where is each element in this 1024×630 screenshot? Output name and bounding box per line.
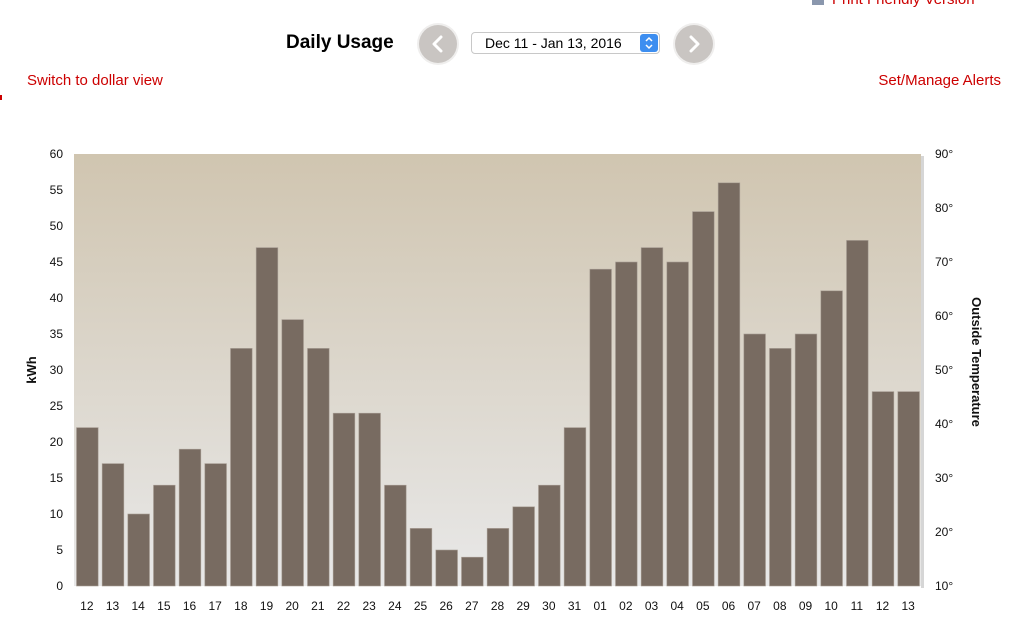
bar-19[interactable] [563,427,587,587]
y-tick-label: 50 [50,219,64,233]
bar-6[interactable] [230,348,253,587]
bar-4[interactable] [178,448,202,587]
bar-0[interactable] [76,427,99,587]
x-tick-label: 07 [747,599,761,613]
y-tick-label: 20 [50,435,64,449]
y2-tick-label: 20° [935,525,953,539]
y-tick-label: 5 [56,543,63,557]
bar-11[interactable] [358,412,381,587]
y2-tick-label: 90° [935,147,953,161]
bar-7[interactable] [255,247,279,587]
x-tick-label: 19 [260,599,274,613]
x-tick-label: 10 [824,599,838,613]
x-tick-label: 15 [157,599,171,613]
bar-1[interactable] [101,463,125,587]
x-tick-label: 30 [542,599,556,613]
x-tick-label: 13 [901,599,915,613]
bar-18[interactable] [538,484,561,587]
bar-21[interactable] [615,261,638,587]
x-tick-label: 28 [491,599,505,613]
x-tick-label: 17 [208,599,222,613]
x-tick-label: 21 [311,599,325,613]
x-tick-label: 03 [645,599,659,613]
bar-31[interactable] [871,391,895,587]
x-tick-label: 22 [337,599,351,613]
x-tick-label: 09 [799,599,813,613]
x-tick-label: 18 [234,599,248,613]
bar-28[interactable] [794,333,818,587]
bar-29[interactable] [820,290,843,587]
bar-32[interactable] [897,391,920,587]
x-tick-label: 04 [670,599,684,613]
y-tick-label: 35 [50,327,64,341]
plot-shadow [921,156,924,588]
y-tick-label: 60 [50,147,64,161]
bar-23[interactable] [666,261,689,587]
y-tick-label: 40 [50,291,64,305]
bar-14[interactable] [435,549,458,587]
x-tick-label: 24 [388,599,402,613]
x-tick-label: 27 [465,599,479,613]
bar-9[interactable] [307,348,330,587]
y-tick-label: 55 [50,183,64,197]
x-tick-label: 25 [414,599,428,613]
y-tick-label: 0 [56,579,63,593]
bar-12[interactable] [384,484,407,587]
y-tick-label: 25 [50,399,64,413]
x-tick-label: 12 [80,599,94,613]
bar-5[interactable] [204,463,227,587]
x-tick-label: 23 [362,599,376,613]
bar-22[interactable] [640,247,664,587]
x-tick-label: 02 [619,599,633,613]
y-tick-label: 15 [50,471,64,485]
x-tick-label: 20 [285,599,299,613]
y2-tick-label: 30° [935,471,953,485]
bar-15[interactable] [461,556,484,587]
y-tick-label: 10 [50,507,64,521]
x-tick-label: 11 [851,599,864,613]
bar-3[interactable] [153,484,176,587]
x-tick-label: 31 [568,599,582,613]
x-tick-label: 13 [106,599,120,613]
bar-26[interactable] [743,333,766,587]
bar-2[interactable] [127,513,150,587]
bar-17[interactable] [512,506,535,587]
x-tick-label: 29 [516,599,530,613]
usage-chart: 051015202530354045505560 10°20°30°40°50°… [24,147,984,613]
x-tick-label: 26 [439,599,453,613]
y2-tick-label: 60° [935,309,953,323]
bar-16[interactable] [486,528,510,587]
bar-27[interactable] [769,348,792,587]
bar-24[interactable] [692,211,715,587]
bar-13[interactable] [409,528,433,587]
y2-tick-label: 10° [935,579,953,593]
x-tick-label: 14 [131,599,145,613]
y2-tick-label: 50° [935,363,953,377]
y-tick-label: 30 [50,363,64,377]
y2-tick-label: 40° [935,417,953,431]
bar-8[interactable] [281,319,304,587]
bar-10[interactable] [332,412,356,587]
y2-axis-title: Outside Temperature [969,297,984,427]
bar-30[interactable] [846,240,869,587]
x-tick-label: 06 [722,599,736,613]
bar-25[interactable] [717,182,741,587]
x-tick-label: 16 [183,599,197,613]
x-tick-label: 12 [876,599,890,613]
y2-tick-label: 70° [935,255,953,269]
y-axis-title: kWh [24,356,39,384]
x-tick-label: 01 [593,599,607,613]
x-tick-label: 08 [773,599,787,613]
y-tick-label: 45 [50,255,64,269]
y2-tick-label: 80° [935,201,953,215]
x-tick-label: 05 [696,599,710,613]
bar-20[interactable] [589,268,612,587]
